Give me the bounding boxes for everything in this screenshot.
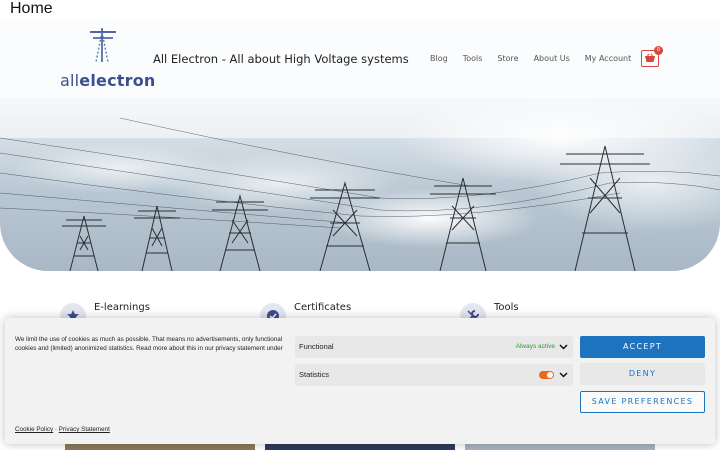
post-thumbnail[interactable] [65,444,255,450]
power-lines-image [0,98,720,271]
site-title[interactable]: All Electron - All about High Voltage sy… [153,52,409,66]
category-name: Functional [299,342,334,351]
deny-button[interactable]: DENY [580,363,705,385]
nav-item-blog[interactable]: Blog [430,54,448,63]
hero-image [0,98,720,271]
chevron-down-icon[interactable] [559,370,568,379]
always-active-label: Always active [515,343,555,350]
shopping-basket-icon [645,53,655,62]
chevron-down-icon[interactable] [559,342,568,351]
cart-count-badge: 0 [654,46,663,55]
main-nav: Blog Tools Store About Us My Account [430,54,631,63]
nav-item-my-account[interactable]: My Account [585,54,631,63]
statistics-toggle[interactable] [539,371,554,379]
link-separator: · [54,426,58,433]
feature-title: Tools [494,302,519,313]
post-thumbnail[interactable] [265,444,455,450]
site-header: allelectron All Electron - All about Hig… [0,20,720,98]
nav-item-store[interactable]: Store [497,54,518,63]
nav-item-about-us[interactable]: About Us [534,54,570,63]
page-heading: Home [10,0,53,17]
save-preferences-button[interactable]: SAVE PREFERENCES [580,391,705,413]
pylon-logo-icon [90,28,116,63]
accept-button[interactable]: ACCEPT [580,336,705,358]
cookie-policy-link[interactable]: Cookie Policy [15,426,53,433]
nav-item-tools[interactable]: Tools [463,54,483,63]
feature-title: E-learnings [94,302,150,313]
cookie-links: Cookie Policy · Privacy Statement [15,426,110,433]
privacy-statement-link[interactable]: Privacy Statement [59,426,110,433]
cookie-message: We limit the use of cookies as much as p… [15,336,283,352]
cookie-category-functional[interactable]: Functional Always active [295,336,573,358]
cart-button[interactable]: 0 [641,46,663,67]
cookie-banner: We limit the use of cookies as much as p… [5,318,715,444]
cookie-category-statistics[interactable]: Statistics [295,364,573,386]
page: Home allelectron All Electron - All abou… [0,0,720,450]
logo-wordmark[interactable]: allelectron [60,71,156,90]
category-name: Statistics [299,370,330,379]
post-thumbnail[interactable] [465,444,655,450]
feature-title: Certificates [294,302,352,313]
